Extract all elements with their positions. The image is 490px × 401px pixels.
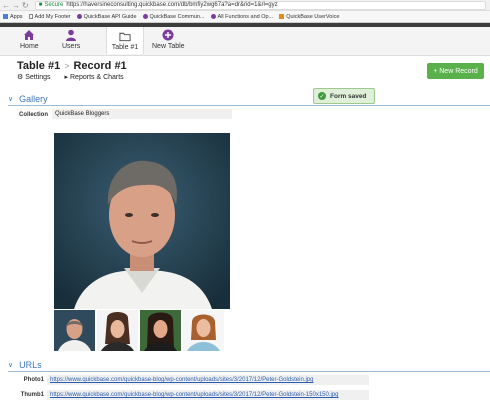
- address-bar[interactable]: ■ Secure https://haversineconsulting.qui…: [34, 0, 486, 10]
- checkmark-icon: ✓: [318, 92, 326, 100]
- new-record-button[interactable]: + New Record: [427, 63, 484, 79]
- bookmark-all-functions[interactable]: All Functions and Op...: [210, 13, 274, 20]
- settings-label: Settings: [25, 74, 51, 81]
- nav-users[interactable]: Users: [62, 29, 80, 50]
- bookmark-label: All Functions and Op...: [217, 13, 274, 20]
- nav-home[interactable]: Home: [20, 29, 39, 50]
- bookmark-label: Apps: [10, 13, 23, 20]
- breadcrumb: Table #1 > Record #1: [17, 60, 127, 72]
- table-title[interactable]: Table #1: [17, 60, 60, 72]
- nav-users-label: Users: [62, 43, 81, 50]
- back-icon[interactable]: ←: [2, 1, 10, 10]
- home-icon: [23, 29, 35, 41]
- bookmark-label: QuickBase UserVoice: [286, 13, 340, 20]
- gallery-section-header[interactable]: ∨ Gallery: [8, 94, 48, 104]
- secure-label: Secure: [44, 2, 64, 8]
- lock-icon: ■: [38, 2, 43, 8]
- main-photo: [54, 133, 230, 309]
- urls-section-title: URLs: [19, 360, 42, 370]
- bookmark-label: QuickBase API Guide: [83, 13, 137, 20]
- bookmark-add-my-footer[interactable]: Add My Footer: [28, 13, 71, 20]
- reload-icon[interactable]: ↻: [22, 1, 29, 10]
- bookmark-label: QuickBase Commun...: [149, 13, 205, 20]
- photo1-value: https://www.quickbase.com/quickbase-blog…: [47, 375, 369, 385]
- toast-message: Form saved: [330, 92, 367, 100]
- quickbase-icon: [210, 14, 216, 19]
- thumbnail-3[interactable]: [140, 310, 181, 351]
- bookmarks-bar: Apps Add My Footer QuickBase API Guide Q…: [0, 11, 490, 23]
- collection-value: QuickBase Bloggers: [52, 109, 232, 119]
- folder-icon: [119, 30, 131, 42]
- apps-icon: [3, 14, 8, 19]
- forward-icon[interactable]: →: [12, 1, 20, 10]
- nav-new-table-label: New Table: [152, 43, 185, 50]
- bookmark-label: Add My Footer: [34, 13, 71, 20]
- photo1-label: Photo1: [23, 377, 44, 383]
- gear-icon: ⚙: [17, 74, 24, 81]
- urls-section-header[interactable]: ∨ URLs: [8, 360, 42, 370]
- thumbnail-2[interactable]: [97, 310, 138, 351]
- table-actions: ⚙ Settings ▸ Reports & Charts: [17, 73, 124, 81]
- settings-link[interactable]: ⚙ Settings: [17, 73, 51, 81]
- user-icon: [65, 29, 77, 41]
- browser-nav-arrows: ← → ↻: [0, 1, 29, 10]
- thumb1-label: Thumb1: [20, 392, 44, 398]
- plus-circle-icon: [162, 29, 174, 41]
- bookmark-community[interactable]: QuickBase Commun...: [142, 13, 205, 20]
- tab-table-1[interactable]: Table #1: [106, 27, 144, 54]
- bookmark-uservoice[interactable]: QuickBase UserVoice: [279, 14, 339, 20]
- quickbase-icon: [142, 14, 148, 19]
- form-saved-toast: ✓ Form saved: [313, 88, 375, 104]
- caret-right-icon: ▸: [64, 74, 69, 81]
- thumb1-value: https://www.quickbase.com/quickbase-blog…: [47, 390, 369, 400]
- reports-link[interactable]: ▸ Reports & Charts: [65, 73, 124, 81]
- chevron-down-icon: ∨: [8, 362, 14, 369]
- reports-label: Reports & Charts: [70, 74, 124, 81]
- app-nav: Home Users Table #1 New Table: [0, 27, 490, 56]
- uservoice-icon: [279, 14, 285, 19]
- browser-toolbar: ← → ↻ ■ Secure https://haversineconsulti…: [0, 0, 490, 11]
- quickbase-icon: [76, 14, 82, 19]
- thumbnail-1[interactable]: [54, 310, 95, 351]
- url-text: https://haversineconsulting.quickbase.co…: [66, 2, 278, 8]
- gallery-section-title: Gallery: [19, 94, 48, 104]
- nav-new-table[interactable]: New Table: [152, 29, 185, 50]
- collection-label: Collection: [18, 112, 48, 118]
- nav-home-label: Home: [20, 43, 39, 50]
- photo1-link[interactable]: https://www.quickbase.com/quickbase-blog…: [50, 377, 313, 383]
- breadcrumb-separator: >: [64, 61, 70, 71]
- bookmark-apps[interactable]: Apps: [3, 14, 23, 20]
- section-divider: [8, 371, 490, 372]
- bookmark-api-guide[interactable]: QuickBase API Guide: [76, 13, 137, 20]
- thumb1-link[interactable]: https://www.quickbase.com/quickbase-blog…: [50, 392, 339, 398]
- section-divider: [8, 105, 490, 106]
- thumbnail-4[interactable]: [183, 310, 224, 351]
- page-icon: [28, 14, 33, 19]
- record-title: Record #1: [73, 60, 127, 72]
- chevron-down-icon: ∨: [8, 96, 14, 103]
- tab-table-1-label: Table #1: [111, 44, 139, 51]
